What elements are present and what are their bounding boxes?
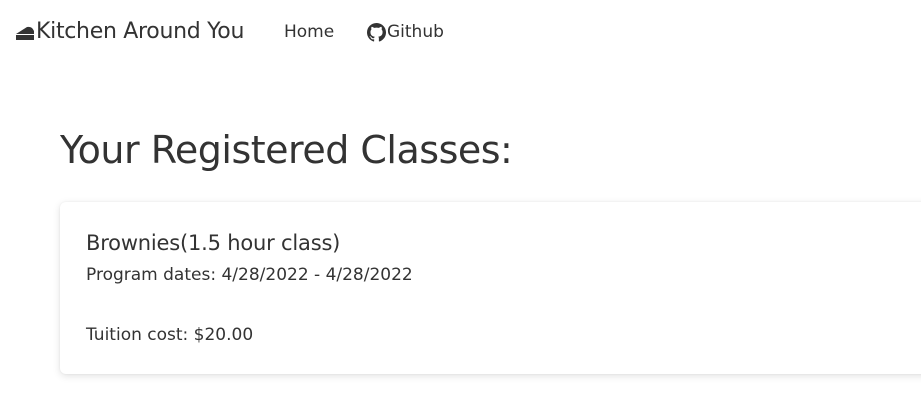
- class-card: Brownies(1.5 hour class) Program dates: …: [60, 202, 921, 374]
- nav-home-label: Home: [284, 22, 335, 42]
- nav-github-label: Github: [387, 22, 444, 42]
- tuition-cost-value: $20.00: [193, 325, 254, 345]
- navbar: Kitchen Around You Home Github: [0, 0, 921, 66]
- nav-github-link[interactable]: Github: [367, 22, 444, 42]
- class-title: Brownies(1.5 hour class): [86, 231, 341, 255]
- cake-icon: [15, 22, 35, 40]
- github-icon: [367, 22, 386, 42]
- brand-label: Kitchen Around You: [36, 19, 245, 44]
- program-dates: Program dates: 4/28/2022 - 4/28/2022: [86, 265, 413, 285]
- nav-home-link[interactable]: Home: [284, 22, 334, 42]
- brand-link[interactable]: Kitchen Around You: [15, 19, 244, 44]
- program-dates-value: 4/28/2022 - 4/28/2022: [221, 265, 413, 285]
- program-dates-label: Program dates:: [86, 265, 217, 285]
- page-title: Your Registered Classes:: [60, 128, 513, 172]
- tuition-cost: Tuition cost: $20.00: [86, 325, 253, 345]
- tuition-cost-label: Tuition cost:: [86, 325, 189, 345]
